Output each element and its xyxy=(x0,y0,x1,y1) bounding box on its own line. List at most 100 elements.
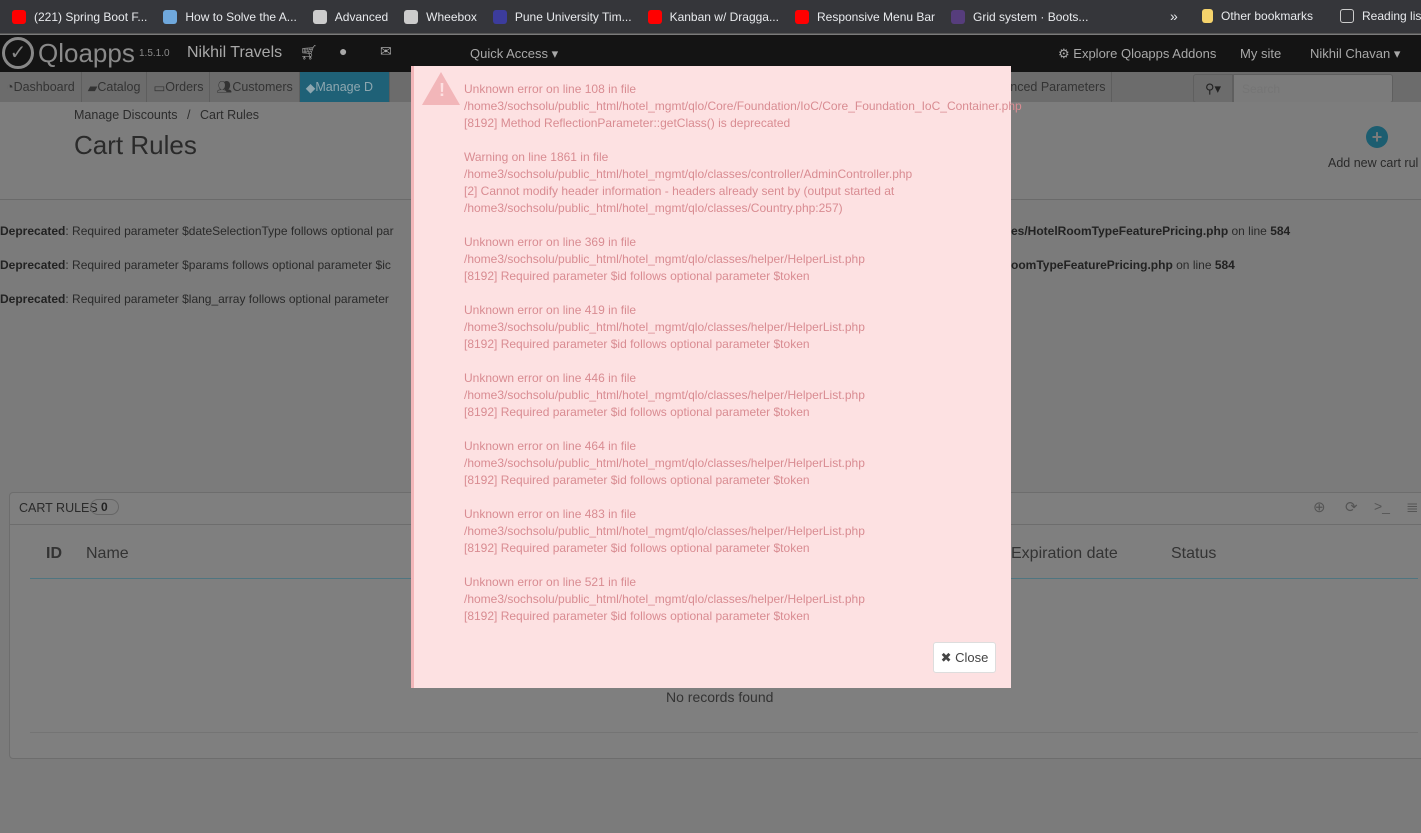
other-bookmarks[interactable]: Other bookmarks xyxy=(1202,9,1313,23)
error-line: /home3/sochsolu/public_html/hotel_mgmt/q… xyxy=(464,167,913,181)
brand-name[interactable]: Qloapps xyxy=(38,38,135,69)
no-records-message: No records found xyxy=(666,689,774,705)
error-line: /home3/sochsolu/public_html/hotel_mgmt/q… xyxy=(464,388,865,402)
quick-access-dropdown[interactable]: Quick Access ▾ xyxy=(470,46,558,62)
tab-dashboard[interactable]: ◔ Dashboard xyxy=(0,72,82,102)
error-line: /home3/sochsolu/public_html/hotel_mgmt/q… xyxy=(464,456,865,470)
warning-label: Deprecated xyxy=(0,292,66,306)
database-icon[interactable]: ≣ xyxy=(1406,498,1419,516)
bookmark-item[interactable]: Wheebox xyxy=(404,9,477,24)
error-line: Unknown error on line 419 in file xyxy=(464,303,637,317)
warning-text: on line xyxy=(1172,258,1215,272)
tab-label: Customers xyxy=(232,80,293,94)
error-entry: Unknown error on line 446 in file/home3/… xyxy=(464,370,1064,421)
bookmark-label: Advanced xyxy=(334,9,389,24)
add-new-cart-rule-button[interactable]: + Add new cart rul xyxy=(1328,126,1418,170)
shop-name[interactable]: Nikhil Travels xyxy=(187,44,282,62)
error-modal: ! Unknown error on line 108 in file/home… xyxy=(411,66,1022,688)
error-entry: Unknown error on line 464 in file/home3/… xyxy=(464,438,1064,489)
university-icon xyxy=(492,9,507,24)
reading-list-label: Reading lis xyxy=(1362,9,1421,23)
search-type-button[interactable]: ⚲▾ xyxy=(1193,74,1233,103)
breadcrumb-separator: / xyxy=(187,108,191,122)
qloapps-logo-icon[interactable]: ✓ xyxy=(2,37,34,69)
error-line: [8192] Required parameter $id follows op… xyxy=(464,541,810,555)
sql-query-icon[interactable]: >_ xyxy=(1374,498,1390,514)
bookmark-item[interactable]: How to Solve the A... xyxy=(163,9,297,24)
breadcrumb-item[interactable]: Cart Rules xyxy=(200,108,259,122)
close-button[interactable]: ✖ Close xyxy=(933,642,996,673)
bookmark-item[interactable]: Kanban w/ Dragga... xyxy=(647,9,779,24)
error-line: /home3/sochsolu/public_html/hotel_mgmt/q… xyxy=(464,252,865,266)
tab-label: Manage D xyxy=(315,80,374,94)
search-input[interactable] xyxy=(1233,74,1393,103)
bookmark-item[interactable]: (221) Spring Boot F... xyxy=(12,9,148,24)
error-line: Warning on line 1861 in file xyxy=(464,150,609,164)
user-icon[interactable]: ● xyxy=(339,43,347,59)
tab-label: Catalog xyxy=(97,80,141,94)
bookmark-label: How to Solve the A... xyxy=(185,9,297,24)
plus-circle-icon: + xyxy=(1366,126,1388,148)
tags-icon: ◆ xyxy=(305,80,316,95)
deprecated-warning: Deprecated: Required parameter $dateSele… xyxy=(0,224,394,238)
bootstrap-icon xyxy=(951,9,966,24)
warning-line: 584 xyxy=(1270,224,1291,238)
refresh-icon[interactable]: ⟳ xyxy=(1345,498,1358,516)
bookmark-label: Kanban w/ Dragga... xyxy=(669,9,779,24)
error-entry: Unknown error on line 483 in file/home3/… xyxy=(464,506,1064,557)
warning-text: : Required parameter $lang_array follows… xyxy=(65,292,389,306)
warning-label: Deprecated xyxy=(0,224,66,238)
bookmarks-bar: (221) Spring Boot F... How to Solve the A… xyxy=(0,0,1421,34)
column-name[interactable]: Name xyxy=(86,545,129,563)
bookmark-item[interactable]: Responsive Menu Bar xyxy=(794,9,936,24)
error-line: [8192] Required parameter $id follows op… xyxy=(464,337,810,351)
error-line: Unknown error on line 521 in file xyxy=(464,575,637,589)
panel-title: CART RULES xyxy=(19,501,98,515)
mail-icon[interactable]: ✉ xyxy=(380,43,392,60)
warning-text: : Required parameter $params follows opt… xyxy=(65,258,391,272)
add-icon[interactable]: ⊕ xyxy=(1313,498,1326,516)
dashboard-icon: ◔ xyxy=(6,80,14,94)
tab-label: Dashboard xyxy=(13,80,75,94)
my-site-link[interactable]: My site xyxy=(1240,46,1281,61)
tab-manage-discounts[interactable]: ◆ Manage D xyxy=(299,72,390,102)
tab-customers[interactable]: 👥︎ Customers xyxy=(210,72,300,102)
breadcrumb: Manage Discounts / Cart Rules xyxy=(74,108,259,122)
reading-list-icon xyxy=(1340,9,1354,23)
error-entry: Unknown error on line 108 in file/home3/… xyxy=(464,81,1064,132)
close-icon: ✖ xyxy=(940,650,956,665)
reading-list[interactable]: Reading lis xyxy=(1340,9,1421,23)
error-line: Unknown error on line 108 in file xyxy=(464,82,637,96)
folder-icon xyxy=(1202,9,1213,23)
error-line: [8192] Required parameter $id follows op… xyxy=(464,609,810,623)
explore-addons-link[interactable]: ⚙ Explore Qloapps Addons xyxy=(1058,46,1216,62)
warning-label: Deprecated xyxy=(0,258,66,272)
add-new-label: Add new cart rul xyxy=(1328,156,1419,170)
cart-icon[interactable]: 🛒︎ xyxy=(300,44,318,61)
bookmark-label: (221) Spring Boot F... xyxy=(34,9,148,24)
column-status[interactable]: Status xyxy=(1171,545,1216,563)
error-entry: Unknown error on line 521 in file/home3/… xyxy=(464,574,1064,625)
warning-text: : Required parameter $dateSelectionType … xyxy=(65,224,394,238)
exclamation-mark: ! xyxy=(439,80,445,100)
youtube-icon xyxy=(12,9,26,24)
deprecated-warning: Deprecated: Required parameter $lang_arr… xyxy=(0,292,389,306)
user-menu[interactable]: Nikhil Chavan ▾ xyxy=(1310,46,1400,62)
bookmark-item[interactable]: Grid system · Boots... xyxy=(951,9,1088,24)
error-line: [8192] Required parameter $id follows op… xyxy=(464,269,810,283)
version: 1.5.1.0 xyxy=(139,48,170,59)
error-line: /home3/sochsolu/public_html/hotel_mgmt/q… xyxy=(464,201,843,215)
tab-catalog[interactable]: ▰ Catalog xyxy=(82,72,148,102)
more-bookmarks-button[interactable]: » xyxy=(1170,8,1178,24)
bookmark-label: Responsive Menu Bar xyxy=(816,9,936,24)
error-line: /home3/sochsolu/public_html/hotel_mgmt/q… xyxy=(464,524,865,538)
tab-label: Orders xyxy=(165,80,204,94)
column-id[interactable]: ID xyxy=(46,545,62,563)
tab-orders[interactable]: ▭ Orders xyxy=(147,72,211,102)
bookmark-item[interactable]: Pune University Tim... xyxy=(492,9,632,24)
breadcrumb-item[interactable]: Manage Discounts xyxy=(74,108,178,122)
page-title: Cart Rules xyxy=(74,130,197,160)
error-entry: Unknown error on line 369 in file/home3/… xyxy=(464,234,1064,285)
bookmark-item[interactable]: Advanced xyxy=(312,9,389,24)
error-line: Unknown error on line 483 in file xyxy=(464,507,637,521)
